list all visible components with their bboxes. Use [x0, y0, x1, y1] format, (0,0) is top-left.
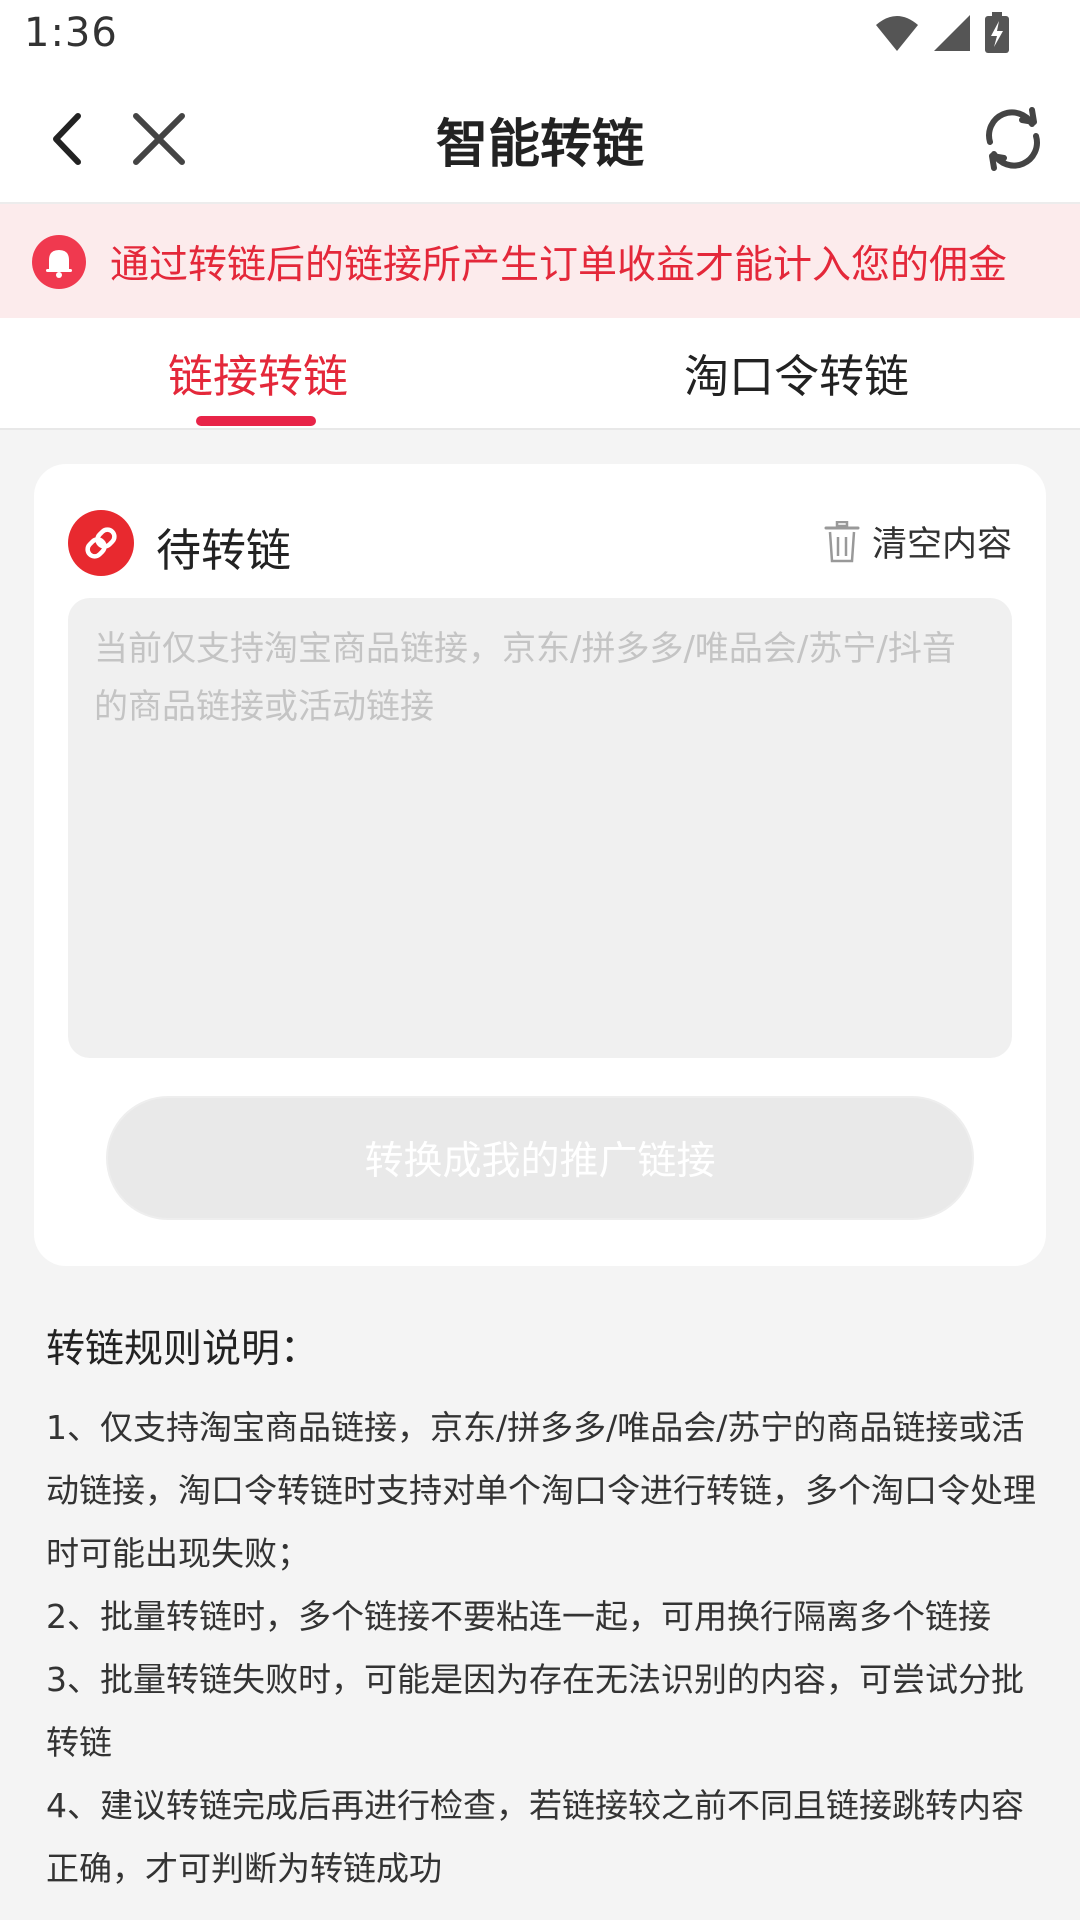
- rule-item: 1、仅支持淘宝商品链接，京东/拼多多/唯品会/苏宁的商品链接或活动链接，淘口令转…: [46, 1408, 1036, 1573]
- link-icon: [85, 527, 117, 559]
- status-time: 1:36: [24, 10, 118, 56]
- rules-section: 转链规则说明： 1、仅支持淘宝商品链接，京东/拼多多/唯品会/苏宁的商品链接或活…: [46, 1318, 1046, 1900]
- link-input[interactable]: [94, 620, 986, 1036]
- tab-taokouling-convert[interactable]: 淘口令转链: [684, 340, 909, 405]
- link-input-area: [68, 598, 1012, 1058]
- wifi-icon: [876, 16, 918, 51]
- page-title: 智能转链: [435, 115, 644, 175]
- bell-icon: [32, 235, 86, 289]
- rules-title: 转链规则说明：: [46, 1327, 320, 1372]
- status-bar: 1:36: [0, 0, 1080, 76]
- active-tab-indicator: [196, 416, 316, 426]
- refresh-icon: [986, 107, 1040, 171]
- status-icons: [874, 12, 1010, 54]
- convert-button[interactable]: 转换成我的推广链接: [106, 1096, 974, 1220]
- notice-banner: 通过转链后的链接所产生订单收益才能计入您的佣金: [0, 204, 1080, 318]
- app-header: 智能转链: [0, 76, 1080, 204]
- rule-item: 4、建议转链完成后再进行检查，若链接较之前不同且链接跳转内容正确，才可判断为转链…: [46, 1786, 1024, 1888]
- trash-icon: [824, 520, 860, 562]
- rule-item: 2、批量转链时，多个链接不要粘连一起，可用换行隔离多个链接: [46, 1597, 991, 1636]
- card-title: 待转链: [156, 524, 292, 577]
- refresh-button[interactable]: [976, 102, 1050, 176]
- battery-charging-icon: [985, 12, 1009, 53]
- link-badge: [68, 510, 134, 576]
- tab-bar: 链接转链 淘口令转链: [0, 318, 1080, 430]
- clear-content-label: 清空内容: [871, 525, 1012, 565]
- convert-card: 待转链 清空内容 转换成我的推广链接: [34, 464, 1046, 1266]
- rule-item: 3、批量转链失败时，可能是因为存在无法识别的内容，可尝试分批转链: [46, 1660, 1024, 1762]
- notice-text: 通过转链后的链接所产生订单收益才能计入您的佣金: [110, 243, 1008, 288]
- clear-content-button[interactable]: 清空内容: [824, 516, 1012, 567]
- signal-icon: [934, 15, 970, 51]
- tab-link-convert[interactable]: 链接转链: [168, 340, 348, 405]
